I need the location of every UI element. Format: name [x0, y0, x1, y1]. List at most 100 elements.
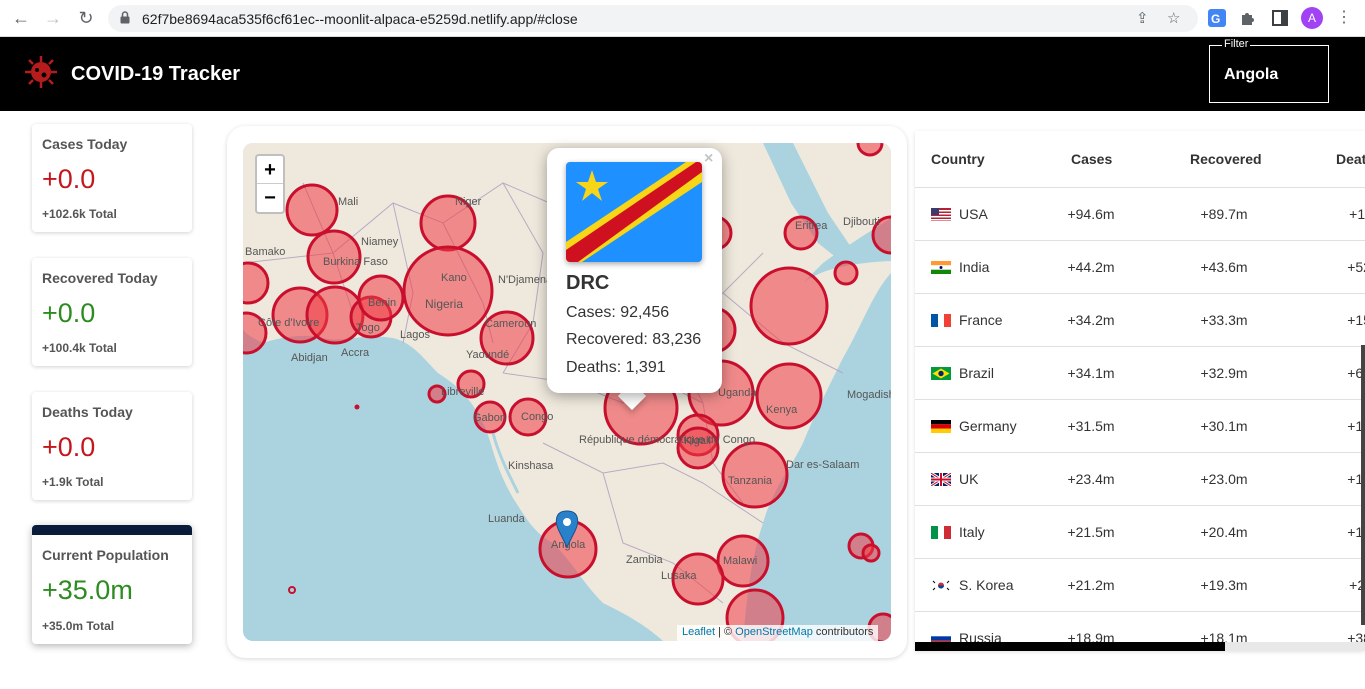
deaths-cell: +527: [1347, 259, 1365, 275]
map-label: Cameroun: [485, 318, 536, 330]
cases-cell: +94.6m: [1067, 206, 1115, 222]
filter-label: Filter: [1222, 38, 1251, 50]
country-name: USA: [959, 206, 988, 222]
lock-icon: [120, 11, 130, 24]
translate-extension-icon[interactable]: G: [1207, 8, 1227, 28]
forward-arrow-icon[interactable]: →: [42, 7, 64, 29]
deaths-cell: +1.1: [1349, 206, 1365, 222]
stat-total: +1.9k Total: [42, 475, 104, 489]
zoom-out-button[interactable]: −: [257, 184, 283, 212]
current-population-card[interactable]: Current Population +35.0m +35.0m Total: [32, 525, 192, 644]
map-label: Lusaka: [661, 570, 697, 582]
table-row[interactable]: India +44.2m +43.6m +527: [915, 240, 1365, 293]
country-name: Italy: [959, 524, 985, 540]
column-header-deaths[interactable]: Deaths: [1336, 151, 1365, 167]
table-vertical-scrollbar[interactable]: [1361, 345, 1365, 625]
map-label: Eritrea: [795, 220, 828, 232]
table-row[interactable]: Brazil +34.1m +32.9m +681: [915, 346, 1365, 399]
stat-value: +0.0: [42, 298, 96, 328]
italy-flag-icon: [931, 526, 951, 539]
deaths-cell: +153: [1347, 312, 1365, 328]
map-label: N'Djamena: [498, 274, 553, 286]
column-header-country[interactable]: Country: [931, 151, 985, 167]
map-label: Kigali: [684, 435, 711, 447]
deaths-cell: +173: [1347, 524, 1365, 540]
table-scroll-thumb[interactable]: [915, 642, 1225, 651]
deaths-today-card[interactable]: Deaths Today +0.0 +1.9k Total: [32, 392, 192, 500]
column-header-recovered[interactable]: Recovered: [1190, 151, 1262, 167]
deaths-cell: +186: [1347, 471, 1365, 487]
map-label: Togo: [356, 322, 380, 334]
cases-today-card[interactable]: Cases Today +0.0 +102.6k Total: [32, 124, 192, 232]
recovered-cell: +19.3m: [1200, 577, 1248, 593]
table-row[interactable]: USA +94.6m +89.7m +1.1: [915, 187, 1365, 240]
brazil-flag-icon: [931, 367, 951, 380]
popup-recovered: Recovered: 83,236: [566, 331, 702, 348]
popup-close-button[interactable]: ×: [704, 150, 713, 168]
table-row[interactable]: UK +23.4m +23.0m +186: [915, 452, 1365, 505]
countries-table: Country Cases Recovered Deaths USA +94.6…: [915, 131, 1365, 651]
osm-link[interactable]: OpenStreetMap: [735, 626, 813, 638]
map-label: Libreville: [441, 386, 484, 398]
profile-avatar[interactable]: A: [1301, 7, 1323, 29]
map-label: Niamey: [361, 236, 399, 248]
france-flag-icon: [931, 314, 951, 327]
south-korea-flag-icon: [931, 579, 951, 592]
share-icon[interactable]: ⇪: [1136, 9, 1149, 27]
table-row[interactable]: France +34.2m +33.3m +153: [915, 293, 1365, 346]
uk-flag-icon: [931, 473, 951, 486]
app-header: COVID-19 Tracker Filter Angola: [0, 37, 1365, 111]
map-label: Mogadishu: [847, 389, 891, 401]
leaflet-link[interactable]: Leaflet: [682, 626, 715, 638]
back-arrow-icon[interactable]: ←: [10, 7, 32, 29]
recovered-cell: +43.6m: [1200, 259, 1248, 275]
recovered-cell: +89.7m: [1200, 206, 1248, 222]
kebab-menu-icon[interactable]: ⋮: [1333, 7, 1355, 29]
map-label: Niger: [455, 196, 482, 208]
stat-value: +0.0: [42, 164, 96, 194]
map-label: Bamako: [245, 246, 285, 258]
map-label: Djibouti: [843, 216, 880, 228]
reload-icon[interactable]: ↻: [75, 7, 97, 29]
cases-cell: +44.2m: [1067, 259, 1115, 275]
cases-cell: +21.5m: [1067, 524, 1115, 540]
popup-country-name: DRC: [566, 272, 610, 294]
map-attribution: Leaflet | © OpenStreetMap contributors: [677, 625, 879, 641]
star-icon[interactable]: ☆: [1167, 9, 1180, 27]
deaths-cell: +25.: [1349, 577, 1365, 593]
recovered-cell: +20.4m: [1200, 524, 1248, 540]
stat-total: +35.0m Total: [42, 619, 115, 633]
table-row[interactable]: S. Korea +21.2m +19.3m +25.: [915, 558, 1365, 611]
attribution-separator: | ©: [715, 626, 736, 638]
filter-selected-value: Angola: [1224, 66, 1279, 83]
zoom-control: + −: [255, 154, 285, 214]
stat-total: +100.4k Total: [42, 341, 117, 355]
app-title: COVID-19 Tracker: [71, 63, 240, 85]
address-bar[interactable]: 62f7be8694aca535f6cf61ec--moonlit-alpaca…: [108, 5, 1198, 32]
recovered-today-card[interactable]: Recovered Today +0.0 +100.4k Total: [32, 258, 192, 366]
map-label: Tanzania: [728, 475, 773, 487]
deaths-cell: +145: [1347, 418, 1365, 434]
country-filter-select[interactable]: Filter Angola: [1209, 38, 1329, 103]
map-label: Benin: [368, 297, 396, 309]
usa-flag-icon: [931, 208, 951, 221]
table-row[interactable]: Germany +31.5m +30.1m +145: [915, 399, 1365, 452]
map-label: Kinshasa: [508, 460, 554, 472]
india-flag-icon: [931, 261, 951, 274]
stat-total: +102.6k Total: [42, 207, 117, 221]
svg-text:G: G: [1211, 12, 1220, 26]
map-label: Côte d'Ivoire: [258, 317, 319, 329]
map-label: Mali: [338, 196, 358, 208]
map-label: Yaoundé: [466, 349, 509, 361]
map-label: Lagos: [400, 329, 430, 341]
germany-flag-icon: [931, 420, 951, 433]
map-label: Luanda: [488, 513, 526, 525]
column-header-cases[interactable]: Cases: [1071, 151, 1112, 167]
side-panel-icon[interactable]: [1270, 8, 1290, 28]
zoom-in-button[interactable]: +: [257, 156, 283, 184]
puzzle-extensions-icon[interactable]: [1238, 8, 1258, 28]
map-label: Gabon: [473, 412, 506, 424]
map-label: Kenya: [766, 404, 798, 416]
table-row[interactable]: Italy +21.5m +20.4m +173: [915, 505, 1365, 558]
cases-cell: +31.5m: [1067, 418, 1115, 434]
